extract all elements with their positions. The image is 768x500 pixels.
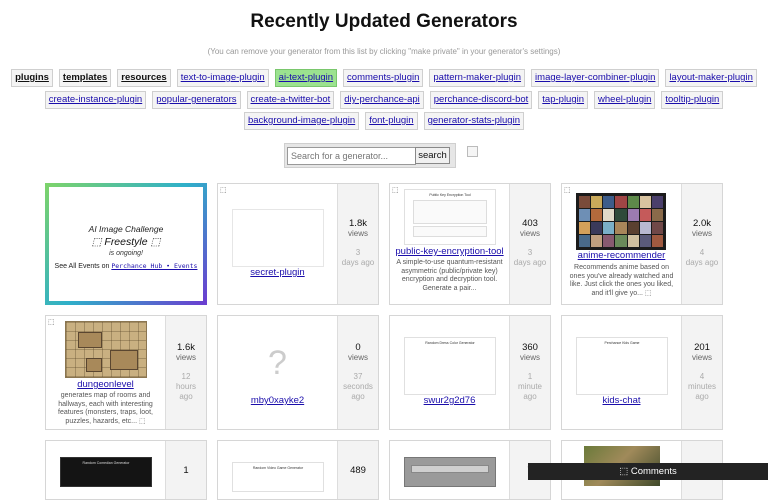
tag-resources[interactable]: resources — [117, 69, 171, 87]
search-input[interactable] — [287, 147, 416, 165]
view-count: 360 — [522, 342, 538, 353]
view-count: 1.8k — [349, 218, 367, 229]
thumbnail-title: Public Key Encryption Tool — [429, 193, 471, 197]
generator-description: A simple-to-use quantum-resistant asymme… — [396, 259, 503, 292]
generator-name-link[interactable]: anime-recommender — [562, 250, 681, 261]
view-count: 201 — [694, 342, 710, 353]
generator-card: 7 — [389, 440, 551, 500]
pin-icon: ⬚ — [392, 187, 399, 194]
generator-card: Random Comedian Generator 1 — [45, 440, 207, 500]
generator-card: ⬚ anime-recommender Recommends anime bas… — [561, 183, 723, 305]
tag-tap-plugin[interactable]: tap-plugin — [538, 91, 589, 109]
generator-name-link[interactable]: mby0xayke2 — [218, 395, 337, 406]
views-label: views — [519, 353, 540, 362]
updated-ago: 4 days ago — [685, 248, 719, 267]
generator-thumbnail[interactable] — [404, 457, 496, 487]
tag-popular-generators[interactable]: popular-generators — [152, 91, 241, 109]
generator-card: ⬚ dungeonlevel generates map of rooms an… — [45, 315, 207, 430]
thumbnail-title: Random Video Game Generator — [252, 466, 304, 470]
view-count: 403 — [522, 218, 538, 229]
views-label: views — [691, 229, 712, 238]
tag-image-layer-combiner-plugin[interactable]: image-layer-combiner-plugin — [531, 69, 660, 87]
tag-create-a-twitter-bot[interactable]: create-a-twitter-bot — [246, 91, 335, 109]
generator-thumbnail[interactable] — [576, 193, 666, 250]
generator-card: Perchance Kids Game kids-chat 201 views … — [561, 315, 723, 430]
event-status: is ongoing! — [109, 250, 143, 257]
thumbnail-title: Perchance Kids Game — [604, 341, 640, 345]
view-count: 1 — [183, 465, 189, 476]
updated-ago: 3 days ago — [513, 248, 547, 267]
view-count: 489 — [350, 465, 366, 476]
generator-thumbnail[interactable]: Public Key Encryption Tool — [404, 189, 496, 245]
updated-ago: 4 minutes ago — [687, 372, 716, 401]
tag-row-1: plugins templates resources text-to-image-p… — [0, 69, 768, 87]
generator-name-link[interactable]: kids-chat — [562, 395, 681, 406]
thumbnail-title: Random Comedian Generator — [82, 461, 130, 465]
pin-icon: ⬚ — [564, 187, 571, 194]
tag-templates[interactable]: templates — [58, 69, 112, 87]
view-count: 2.0k — [693, 218, 711, 229]
event-title: AI Image Challenge — [88, 224, 164, 234]
page-title: Recently Updated Generators — [250, 11, 518, 32]
pin-icon: ⬚ — [48, 319, 55, 326]
generator-description: generates map of rooms and hallways, eac… — [58, 392, 153, 425]
views-label: views — [519, 229, 540, 238]
tag-create-instance-plugin[interactable]: create-instance-plugin — [44, 91, 147, 109]
updated-ago: 37 seconds ago — [343, 372, 373, 401]
generator-card: ⬚ secret-plugin 1.8k views 3 days ago — [217, 183, 379, 305]
views-label: views — [347, 229, 368, 238]
generator-description: Recommends anime based on ones you've al… — [569, 264, 674, 297]
event-hub-link[interactable]: Perchance Hub • Events — [111, 262, 197, 270]
generator-card: ⬚ Public Key Encryption Tool public-key-… — [389, 183, 551, 305]
broken-image-icon — [467, 146, 478, 157]
comments-bar[interactable]: ⬚ Comments — [528, 463, 768, 480]
tag-diy-perchance-api[interactable]: diy-perchance-api — [340, 91, 424, 109]
generator-card: ? mby0xayke2 0 views 37 seconds ago — [217, 315, 379, 430]
tag-text-to-image-plugin[interactable]: text-to-image-plugin — [176, 69, 269, 87]
tag-font-plugin[interactable]: font-plugin — [365, 112, 418, 130]
tag-ai-text-plugin[interactable]: ai-text-plugin — [274, 69, 338, 87]
tag-row-3: background-image-plugin font-plugin genera… — [0, 112, 768, 130]
search-button[interactable]: search — [415, 147, 450, 164]
generator-thumbnail[interactable]: Random Video Game Generator — [232, 462, 324, 492]
generator-name-link[interactable]: public-key-encryption-tool — [390, 246, 509, 257]
view-count: 0 — [355, 342, 361, 353]
generator-thumbnail[interactable]: Perchance Kids Game — [576, 337, 668, 395]
tag-background-image-plugin[interactable]: background-image-plugin — [243, 112, 360, 130]
tag-wheel-plugin[interactable]: wheel-plugin — [594, 91, 656, 109]
pin-icon: ⬚ — [220, 187, 227, 194]
view-count: 1.6k — [177, 342, 195, 353]
generator-card: Random Video Game Generator 489 — [217, 440, 379, 500]
privacy-note: (You can remove your generator from this… — [207, 47, 561, 56]
views-label: views — [175, 353, 196, 362]
generator-name-link[interactable]: swur2g2d76 — [390, 395, 509, 406]
event-banner[interactable]: AI Image Challenge ⬚ Freestyle ⬚ is ongo… — [45, 183, 207, 305]
no-thumbnail-placeholder[interactable]: ? — [218, 344, 337, 383]
tag-layout-maker-plugin[interactable]: layout-maker-plugin — [665, 69, 757, 87]
views-label: views — [691, 353, 712, 362]
generator-thumbnail[interactable] — [65, 321, 147, 378]
event-see-all: See All Events on — [54, 263, 110, 270]
search-bar: search — [284, 143, 456, 168]
updated-ago: 12 hours ago — [175, 372, 196, 401]
tag-tooltip-plugin[interactable]: tooltip-plugin — [661, 91, 724, 109]
tag-pattern-maker-plugin[interactable]: pattern-maker-plugin — [429, 69, 526, 87]
tag-perchance-discord-bot[interactable]: perchance-discord-bot — [429, 91, 533, 109]
tag-row-2: create-instance-plugin popular-generators… — [0, 91, 768, 109]
tag-generator-stats-plugin[interactable]: generator-stats-plugin — [423, 112, 524, 130]
generator-thumbnail[interactable]: Random Dress Color Generator — [404, 337, 496, 395]
thumbnail-title: Random Dress Color Generator — [425, 341, 475, 345]
tag-plugins[interactable]: plugins — [11, 69, 53, 87]
tag-comments-plugin[interactable]: comments-plugin — [343, 69, 424, 87]
views-label: views — [347, 353, 368, 362]
generator-name-link[interactable]: dungeonlevel — [46, 379, 165, 390]
updated-ago: 3 days ago — [341, 248, 375, 267]
event-theme: ⬚ Freestyle ⬚ — [91, 236, 161, 248]
generator-name-link[interactable]: secret-plugin — [218, 267, 337, 278]
generator-thumbnail[interactable] — [232, 209, 324, 267]
updated-ago: 1 minute ago — [517, 372, 542, 401]
generator-card: Random Dress Color Generator swur2g2d76 … — [389, 315, 551, 430]
generator-thumbnail[interactable]: Random Comedian Generator — [60, 457, 152, 487]
